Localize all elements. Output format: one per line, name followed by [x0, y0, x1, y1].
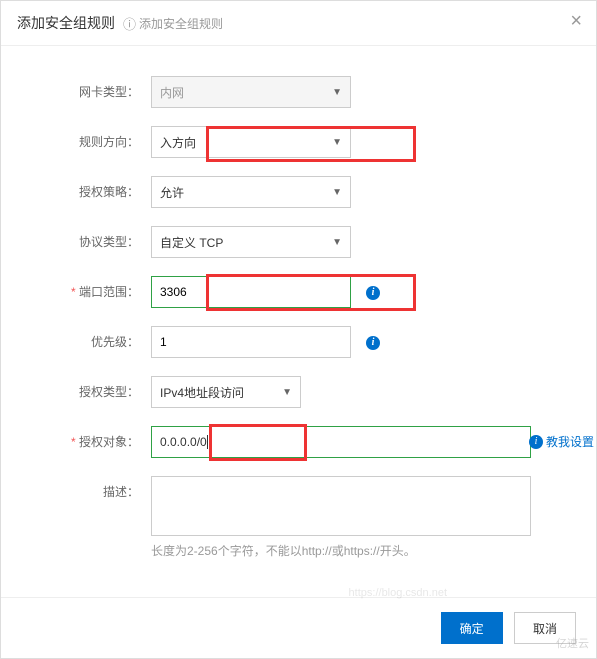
chevron-down-icon: ▼	[332, 237, 342, 248]
select-auth-type[interactable]: IPv4地址段访问 ▼	[151, 376, 301, 408]
select-protocol-value: 自定义 TCP	[160, 234, 223, 251]
label-auth-object: 授权对象：	[41, 426, 151, 458]
add-security-rule-modal: 添加安全组规则 ⓘ 添加安全组规则 × 网卡类型： 内网 ▼ 规则方向： 入方向…	[0, 0, 597, 659]
label-protocol: 协议类型：	[41, 226, 151, 258]
teach-link-text: 教我设置	[546, 426, 594, 458]
info-icon: i	[529, 435, 543, 449]
textarea-description[interactable]	[160, 483, 522, 529]
row-auth-type: 授权类型： IPv4地址段访问 ▼	[41, 376, 546, 408]
select-policy-value: 允许	[160, 184, 184, 201]
select-nic-type-value: 内网	[160, 84, 184, 101]
label-direction: 规则方向：	[41, 126, 151, 158]
select-auth-type-value: IPv4地址段访问	[160, 384, 244, 401]
watermark-csdn: https://blog.csdn.net	[349, 587, 447, 599]
chevron-down-icon: ▼	[332, 137, 342, 148]
help-link-text: 添加安全组规则	[139, 15, 223, 32]
row-direction: 规则方向： 入方向 ▼	[41, 126, 546, 158]
label-priority: 优先级：	[41, 326, 151, 358]
chevron-down-icon: ▼	[332, 87, 342, 98]
label-description: 描述：	[41, 476, 151, 508]
teach-link[interactable]: i 教我设置	[529, 426, 594, 458]
row-description: 描述：	[41, 476, 546, 536]
row-port-range: 端口范围： i	[41, 276, 546, 308]
modal-footer: 确定 取消	[1, 597, 596, 658]
ok-button[interactable]: 确定	[441, 612, 503, 644]
select-direction[interactable]: 入方向 ▼	[151, 126, 351, 158]
input-auth-object-wrap[interactable]: 0.0.0.0/0	[151, 426, 531, 458]
help-icon: ⓘ	[123, 14, 136, 33]
info-icon[interactable]: i	[366, 276, 380, 308]
label-port-range: 端口范围：	[41, 276, 151, 308]
input-port-range-wrap[interactable]	[151, 276, 351, 308]
modal-body: 网卡类型： 内网 ▼ 规则方向： 入方向 ▼ 授权策略：	[1, 46, 596, 597]
label-auth-type: 授权类型：	[41, 376, 151, 408]
select-policy[interactable]: 允许 ▼	[151, 176, 351, 208]
textarea-description-wrap[interactable]	[151, 476, 531, 536]
select-protocol[interactable]: 自定义 TCP ▼	[151, 226, 351, 258]
modal-title: 添加安全组规则	[17, 13, 115, 33]
description-hint: 长度为2-256个字符，不能以http://或https://开头。	[151, 542, 546, 559]
input-port-range[interactable]	[160, 277, 342, 307]
chevron-down-icon: ▼	[282, 387, 292, 398]
info-icon[interactable]: i	[366, 326, 380, 358]
select-nic-type: 内网 ▼	[151, 76, 351, 108]
label-nic-type: 网卡类型：	[41, 76, 151, 108]
close-icon[interactable]: ×	[570, 11, 582, 31]
row-priority: 优先级： i	[41, 326, 546, 358]
row-nic-type: 网卡类型： 内网 ▼	[41, 76, 546, 108]
input-priority-wrap[interactable]	[151, 326, 351, 358]
modal-header: 添加安全组规则 ⓘ 添加安全组规则 ×	[1, 1, 596, 46]
input-auth-object-value: 0.0.0.0/0	[160, 435, 207, 449]
select-direction-value: 入方向	[160, 134, 196, 151]
label-policy: 授权策略：	[41, 176, 151, 208]
help-link[interactable]: ⓘ 添加安全组规则	[123, 14, 223, 33]
chevron-down-icon: ▼	[332, 187, 342, 198]
input-priority[interactable]	[160, 327, 342, 357]
row-protocol: 协议类型： 自定义 TCP ▼	[41, 226, 546, 258]
watermark-yisu: 亿速云	[556, 635, 589, 651]
row-policy: 授权策略： 允许 ▼	[41, 176, 546, 208]
row-auth-object: 授权对象： 0.0.0.0/0 i 教我设置	[41, 426, 546, 458]
